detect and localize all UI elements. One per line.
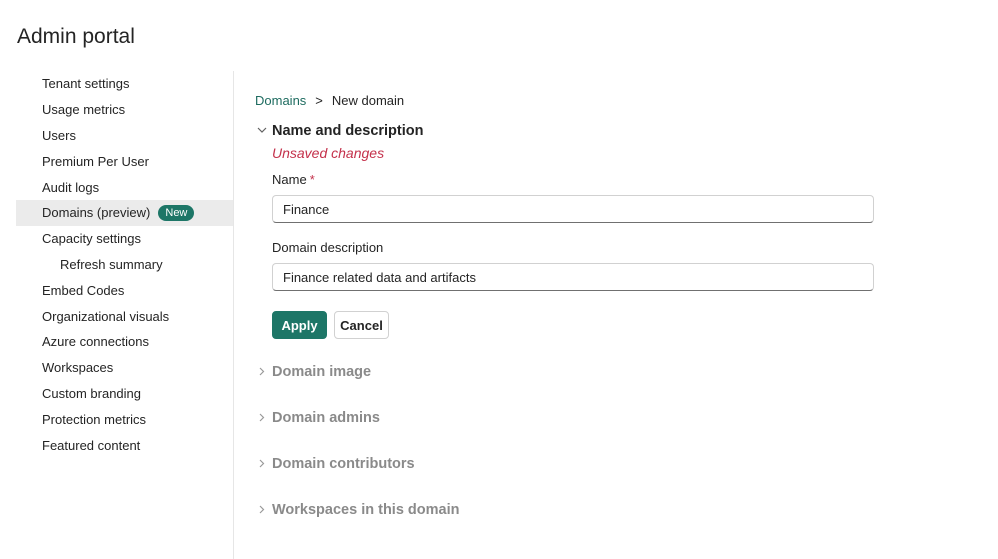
sidebar-item-label: Premium Per User [42,153,149,169]
sidebar-item-label: Usage metrics [42,102,126,118]
section-title: Workspaces in this domain [272,501,460,518]
workspaces-in-domain-header[interactable]: Workspaces in this domain [255,501,459,518]
sidebar-item-capacity-settings[interactable]: Capacity settings [16,226,233,252]
sidebar-item-workspaces[interactable]: Workspaces [16,355,233,381]
sidebar-item-refresh-summary[interactable]: Refresh summary [16,252,233,278]
section-title: Domain contributors [272,455,415,472]
chevron-right-icon [255,409,272,426]
section-title: Domain admins [272,409,380,426]
sidebar-item-organizational-visuals[interactable]: Organizational visuals [16,303,233,329]
admin-portal-page: Admin portal Tenant settings Usage metri… [0,0,998,559]
section-title: Domain image [272,363,372,380]
section-title: Name and description [272,122,424,139]
sidebar-item-protection-metrics[interactable]: Protection metrics [16,406,233,432]
page-title: Admin portal [17,25,135,48]
sidebar-item-label: Workspaces [42,360,114,376]
sidebar-item-label: Capacity settings [42,231,141,247]
required-asterisk: * [309,172,315,187]
domain-description-label: Domain description [272,240,384,255]
sidebar-item-usage-metrics[interactable]: Usage metrics [16,97,233,123]
sidebar-item-label: Refresh summary [60,256,163,272]
sidebar-item-domains[interactable]: Domains (preview) New [16,199,233,226]
sidebar-nav: Tenant settings Usage metrics Users Prem… [16,71,233,458]
sidebar-item-custom-branding[interactable]: Custom branding [16,381,233,407]
sidebar-item-users[interactable]: Users [16,123,233,149]
sidebar-item-label: Azure connections [42,334,149,350]
sidebar-item-label: Tenant settings [42,76,130,92]
cancel-button[interactable]: Cancel [334,311,389,339]
sidebar-item-azure-connections[interactable]: Azure connections [16,329,233,355]
chevron-down-icon [255,122,272,139]
sidebar-item-featured-content[interactable]: Featured content [16,432,233,458]
domain-description-input[interactable] [272,263,874,291]
sidebar-item-tenant-settings[interactable]: Tenant settings [16,71,233,97]
domain-image-header[interactable]: Domain image [255,363,371,380]
sidebar-item-audit-logs[interactable]: Audit logs [16,174,233,200]
sidebar-item-label: Audit logs [42,179,100,195]
sidebar-item-label: Custom branding [42,385,141,401]
name-input[interactable] [272,195,874,223]
apply-button[interactable]: Apply [272,311,327,339]
sidebar-item-label: Users [42,127,76,143]
name-and-description-header[interactable]: Name and description [255,122,423,139]
breadcrumb-current: New domain [331,93,405,108]
sidebar-item-label: Featured content [42,437,141,453]
breadcrumb: Domains > New domain [255,93,404,108]
sidebar-item-label: Domains (preview) [42,205,151,221]
domain-admins-header[interactable]: Domain admins [255,409,380,426]
breadcrumb-separator: > [315,93,323,108]
sidebar-item-label: Protection metrics [42,411,147,427]
name-label-text: Name [272,172,307,187]
main-content: Domains > New domain Name and descriptio… [255,0,955,559]
sidebar-item-embed-codes[interactable]: Embed Codes [16,277,233,303]
chevron-right-icon [255,363,272,380]
sidebar-item-label: Organizational visuals [42,308,170,324]
sidebar-item-label: Embed Codes [42,282,125,298]
breadcrumb-domains-link[interactable]: Domains [255,93,306,108]
sidebar-divider [233,71,234,559]
domain-contributors-header[interactable]: Domain contributors [255,455,415,472]
new-badge: New [158,204,195,221]
sidebar-item-premium-per-user[interactable]: Premium Per User [16,148,233,174]
unsaved-changes-text: Unsaved changes [272,145,385,161]
name-label: Name * [272,172,315,187]
chevron-right-icon [255,501,272,518]
chevron-right-icon [255,455,272,472]
